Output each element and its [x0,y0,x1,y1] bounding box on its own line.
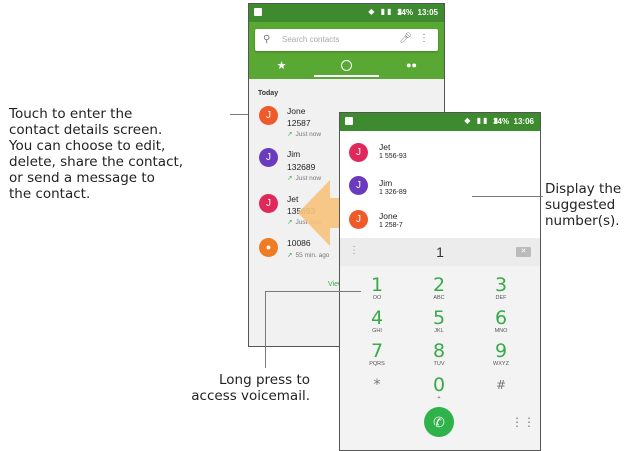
key-5[interactable]: 5 JKL [419,309,459,335]
avatar[interactable]: J [259,194,278,213]
contact-number: 12587 [287,118,311,128]
call-time: ↗Just now [287,131,322,138]
contact-number: 1 258-7 [379,222,403,229]
callout-line: suggested [545,197,616,213]
callout-line: delete, share the contact, [9,154,184,170]
status-time: 34% 13:06 [493,117,534,126]
outgoing-call-icon: ↗ [287,219,293,226]
tab-bar: ★ ●● [249,57,444,79]
people-icon: ●● [406,60,417,70]
status-time: 34% 13:05 [397,8,438,17]
avatar: J [349,143,368,162]
contact-name: Jim [379,178,393,188]
callout-line: the contact. [9,186,91,202]
contact-number: 1 556-93 [379,153,407,160]
microphone-icon[interactable]: 🎤︎ [399,33,412,44]
status-bar: ◆ ▮▮ ▮ 34% 13:05 [249,4,444,22]
callout-leader-line [472,196,543,197]
callout-leader-line [265,291,266,368]
contact-details-callout: Touch to enter the contact details scree… [9,106,249,202]
callout-line: access voicemail. [191,388,310,404]
suggested-numbers-callout: Display the suggested number(s). [545,181,644,229]
key-7[interactable]: 7 PQRS [357,342,397,368]
tab-recents[interactable] [314,59,379,77]
outgoing-call-icon: ↗ [287,131,293,138]
contact-name: Jone [287,106,306,116]
contact-number: 132689 [287,162,316,172]
key-hash[interactable]: # [481,376,521,395]
search-placeholder: Search contacts [282,35,340,44]
avatar[interactable]: J [259,148,278,167]
callout-line: You can choose to edit, [9,138,166,154]
contact-name: Jim [287,149,301,159]
more-options-icon[interactable]: ⋮ [419,33,429,44]
avatar: J [349,176,368,195]
dialed-number: 1 [436,244,444,260]
search-input[interactable]: ⚲ Search contacts 🎤︎ ⋮ [255,29,438,51]
call-time: ↗ 55 min. ago [287,252,330,259]
backspace-icon[interactable]: ✕ [516,247,531,257]
search-icon: ⚲ [263,34,271,45]
avatar[interactable]: J [259,106,278,125]
call-button[interactable]: ✆ [424,407,454,437]
outgoing-call-icon: ↗ [287,175,293,182]
avatar: J [349,210,368,229]
key-8[interactable]: 8 TUV [419,342,459,368]
callout-line: Long press to [219,372,310,388]
dialer-screen: ◆ ▮▮ ▮ 34% 13:06 J Jet 1 556-93 J Jim 1 … [339,112,541,451]
status-bar: ◆ ▮▮ ▮ 34% 13:06 [340,113,540,131]
phone-icon: ✆ [433,414,445,430]
star-icon: ★ [276,60,287,72]
key-1[interactable]: 1 OO [357,276,397,302]
contact-number: 1 326-89 [379,189,407,196]
callout-line: contact details screen. [9,122,163,138]
key-3[interactable]: 3 DEF [481,276,521,302]
callout-leader-line [265,291,361,292]
key-9[interactable]: 9 WXYZ [481,342,521,368]
key-4[interactable]: 4 GHI [357,309,397,335]
contact-name: Jet [379,142,391,152]
contact-avatar-placeholder[interactable]: ● [259,238,278,257]
contact-name: Jone [379,211,398,221]
key-2[interactable]: 2 ABC [419,276,459,302]
callout-line: or send a message to [9,170,155,186]
tab-contacts[interactable]: ●● [379,59,444,71]
callout-line: number(s). [545,213,620,229]
tab-favorites[interactable]: ★ [249,59,314,72]
section-label-today: Today [258,90,279,97]
callout-line: Display the [545,181,622,197]
outgoing-call-icon: ↗ [287,252,293,259]
notification-icon [254,8,262,16]
voicemail-callout: Long press to access voicemail. [150,372,310,404]
clock-icon [341,60,352,71]
dial-display: ⋮ 1 ✕ [340,238,540,266]
person-icon: ● [265,242,272,252]
dialpad-toggle-icon[interactable]: ⋮⋮⋮ [511,415,540,429]
header: ⚲ Search contacts 🎤︎ ⋮ ★ ●● [249,22,444,79]
key-0[interactable]: 0 + [419,376,459,402]
key-star[interactable]: * [357,376,397,395]
callout-line: Touch to enter the [9,106,133,122]
notification-icon [345,117,353,125]
key-6[interactable]: 6 MNO [481,309,521,335]
